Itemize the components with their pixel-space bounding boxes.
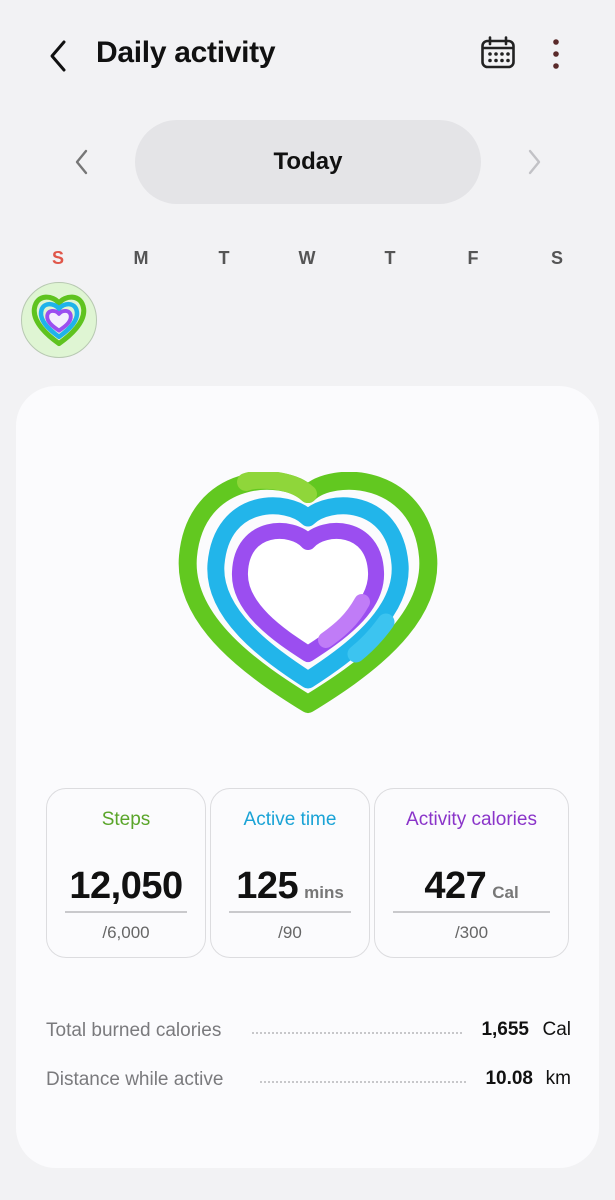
divider [393, 911, 550, 913]
week-strip: S M T W T F S [0, 244, 615, 272]
chevron-left-icon [50, 40, 66, 72]
date-navigator: Today [0, 120, 615, 204]
app-bar: Daily activity [0, 0, 615, 110]
active-time-value: 125 [236, 865, 299, 907]
weekday-saturday[interactable]: S [537, 248, 577, 269]
total-burned-calories-row[interactable]: Total burned calories 1,655 Cal [46, 1016, 571, 1046]
activity-calories-unit: Cal [492, 883, 519, 902]
weekday-wednesday[interactable]: W [287, 248, 327, 269]
activity-summary-card: Steps 12,050 /6,000 Active time 125 mins … [16, 386, 599, 1168]
date-selector[interactable]: Today [135, 120, 481, 204]
dotted-leader [252, 1032, 462, 1034]
calendar-button[interactable] [480, 36, 520, 72]
weekday-thursday[interactable]: T [370, 248, 410, 269]
chevron-right-icon [528, 149, 541, 175]
steps-goal: /6,000 [102, 923, 150, 942]
activity-calories-label: Activity calories [406, 809, 537, 830]
summary-unit: Cal [542, 1019, 571, 1040]
summary-value: 10.08 [485, 1068, 533, 1089]
weekday-tuesday[interactable]: T [204, 248, 244, 269]
weekday-monday[interactable]: M [121, 248, 161, 269]
active-time-goal: /90 [278, 923, 302, 942]
heart-rings-graphic [178, 470, 438, 713]
summary-label: Distance while active [46, 1069, 224, 1090]
steps-value-row: 12,050 [47, 865, 205, 908]
page-title: Daily activity [96, 36, 276, 69]
summary-value: 1,655 [481, 1019, 529, 1040]
activity-rings[interactable] [176, 470, 440, 722]
weekday-sunday[interactable]: S [38, 248, 78, 269]
previous-day-button[interactable] [68, 146, 96, 178]
more-options-button[interactable] [544, 36, 568, 74]
divider [65, 911, 187, 913]
back-button[interactable] [40, 36, 76, 76]
next-day-button[interactable] [520, 146, 548, 178]
active-time-unit: mins [304, 883, 344, 902]
active-time-stat-card[interactable]: Active time 125 mins /90 [210, 788, 370, 958]
active-time-label: Active time [243, 809, 337, 830]
steps-value: 12,050 [69, 865, 183, 907]
summary-unit: km [545, 1068, 571, 1089]
activity-calories-value-row: 427 Cal [375, 865, 568, 908]
chevron-left-icon [75, 149, 88, 175]
steps-label: Steps [101, 809, 151, 830]
distance-while-active-row[interactable]: Distance while active 10.08 km [46, 1065, 571, 1095]
activity-calories-stat-card[interactable]: Activity calories 427 Cal /300 [374, 788, 569, 958]
day-activity-ring-sunday[interactable] [21, 282, 97, 358]
summary-label: Total burned calories [46, 1020, 222, 1041]
heart-rings-icon [31, 294, 87, 347]
weekday-friday[interactable]: F [453, 248, 493, 269]
activity-calories-goal: /300 [454, 923, 489, 942]
calendar-icon [481, 36, 515, 69]
divider [229, 911, 351, 913]
dotted-leader [260, 1081, 466, 1083]
active-time-value-row: 125 mins [211, 865, 369, 908]
more-vertical-icon [553, 39, 559, 69]
steps-stat-card[interactable]: Steps 12,050 /6,000 [46, 788, 206, 958]
activity-calories-value: 427 [424, 865, 487, 907]
